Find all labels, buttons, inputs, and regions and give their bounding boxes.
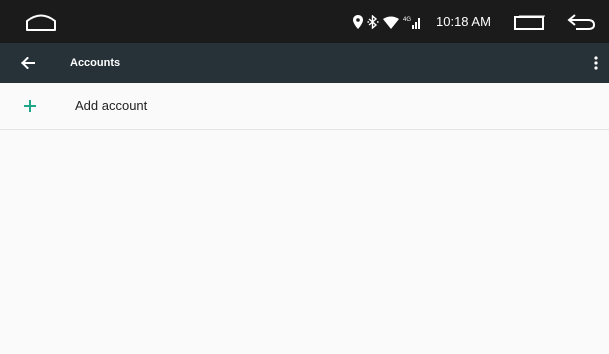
home-button[interactable]	[24, 12, 58, 32]
plus-icon	[24, 100, 36, 112]
location-icon	[353, 15, 363, 29]
cell-signal-icon: 4G	[403, 17, 420, 29]
navigate-up-button[interactable]	[16, 52, 40, 74]
accounts-list: Add account	[0, 83, 609, 354]
wifi-icon	[383, 16, 399, 29]
back-button[interactable]	[566, 13, 596, 31]
app-bar: Accounts	[0, 43, 609, 83]
status-indicators: 4G	[353, 14, 421, 30]
svg-text:4G: 4G	[403, 17, 411, 23]
more-vert-icon	[594, 56, 598, 70]
bluetooth-icon	[367, 15, 379, 29]
add-account-label: Add account	[75, 98, 148, 113]
page-title: Accounts	[70, 57, 121, 69]
status-time: 10:18 AM	[436, 14, 491, 29]
recents-button[interactable]	[513, 15, 547, 31]
status-bar: 4G 10:18 AM	[0, 0, 609, 43]
add-account-row[interactable]: Add account	[0, 83, 609, 130]
arrow-back-icon	[21, 57, 35, 69]
more-options-button[interactable]	[588, 52, 604, 74]
